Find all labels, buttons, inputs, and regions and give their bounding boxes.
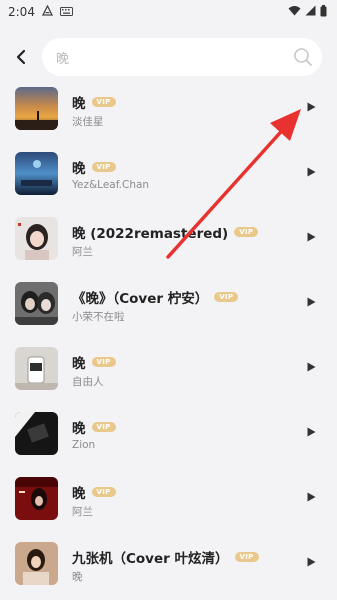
song-title-line: 晚 VIP	[72, 482, 116, 502]
play-icon[interactable]	[304, 230, 318, 244]
play-icon[interactable]	[304, 555, 318, 569]
vip-badge: VIP	[91, 162, 116, 172]
album-cover	[15, 412, 58, 455]
album-cover	[15, 217, 58, 260]
album-cover	[15, 477, 58, 520]
album-cover	[15, 347, 58, 390]
song-artist: 晚	[72, 571, 83, 583]
song-title-line: 晚 VIP	[72, 417, 116, 437]
song-title-line: 晚 (2022remastered) VIP	[72, 222, 259, 242]
vip-badge: VIP	[91, 422, 116, 432]
song-title: 晚	[72, 421, 86, 437]
song-title-line: 晚 VIP	[72, 92, 116, 112]
vip-badge: VIP	[91, 487, 116, 497]
list-item[interactable]: 晚 VIP 自由人	[0, 340, 337, 405]
song-title: 九张机（Cover 叶炫清）	[72, 551, 229, 567]
play-icon[interactable]	[304, 360, 318, 374]
list-item[interactable]: 晚 VIP Zion	[0, 405, 337, 470]
song-title: 晚	[72, 161, 86, 177]
list-item[interactable]: 晚 VIP 阿兰	[0, 470, 337, 535]
song-title: 晚	[72, 356, 86, 372]
list-item[interactable]: 晚 (2022remastered) VIP 阿兰	[0, 210, 337, 275]
list-item[interactable]: 晚 VIP Yez&Leaf.Chan	[0, 145, 337, 210]
search-icon[interactable]	[284, 38, 322, 76]
song-artist: 淡佳星	[72, 116, 104, 128]
keyboard-icon	[59, 5, 73, 19]
song-title: 晚 (2022remastered)	[72, 226, 229, 242]
list-item[interactable]: 《晚》（Cover 柠安） VIP 小荣不在啦	[0, 275, 337, 340]
signal-icon	[305, 5, 316, 19]
search-input[interactable]: 晚	[42, 38, 322, 76]
song-title: 晚	[72, 486, 86, 502]
search-query: 晚	[56, 51, 70, 67]
a-notify-icon	[41, 4, 54, 19]
search-row: 晚	[0, 37, 337, 77]
album-cover	[15, 282, 58, 325]
song-title: 晚	[72, 96, 86, 112]
play-icon[interactable]	[304, 295, 318, 309]
play-icon[interactable]	[304, 165, 318, 179]
song-artist: 阿兰	[72, 246, 93, 258]
status-left: 2:04	[8, 4, 73, 19]
vip-badge: VIP	[234, 552, 259, 562]
play-icon[interactable]	[304, 490, 318, 504]
vip-badge: VIP	[91, 357, 116, 367]
list-item[interactable]: 晚 VIP 淡佳星	[0, 80, 337, 145]
song-artist: Yez&Leaf.Chan	[72, 179, 150, 191]
back-arrow-icon	[16, 49, 26, 65]
song-title-line: 晚 VIP	[72, 157, 116, 177]
status-bar: 2:04	[0, 0, 337, 24]
song-title: 《晚》（Cover 柠安）	[72, 291, 209, 307]
album-cover	[15, 87, 58, 130]
status-time: 2:04	[8, 5, 35, 19]
song-artist: 阿兰	[72, 506, 93, 518]
battery-icon	[320, 4, 327, 20]
song-title-line: 晚 VIP	[72, 352, 116, 372]
song-artist: 小荣不在啦	[72, 311, 125, 323]
album-cover	[15, 542, 58, 585]
song-list: 晚 VIP 淡佳星 晚 VIP Yez&Leaf.Chan 晚 (2022rem…	[0, 80, 337, 600]
vip-badge: VIP	[91, 97, 116, 107]
vip-badge: VIP	[234, 227, 259, 237]
play-icon[interactable]	[304, 100, 318, 114]
song-title-line: 九张机（Cover 叶炫清） VIP	[72, 547, 259, 567]
album-cover	[15, 152, 58, 195]
play-icon[interactable]	[304, 425, 318, 439]
back-button[interactable]	[0, 37, 42, 77]
status-right	[288, 4, 327, 20]
list-item[interactable]: 九张机（Cover 叶炫清） VIP 晚	[0, 535, 337, 600]
song-artist: 自由人	[72, 376, 104, 388]
song-title-line: 《晚》（Cover 柠安） VIP	[72, 287, 239, 307]
wifi-icon	[288, 5, 301, 19]
vip-badge: VIP	[214, 292, 239, 302]
song-artist: Zion	[72, 439, 96, 451]
